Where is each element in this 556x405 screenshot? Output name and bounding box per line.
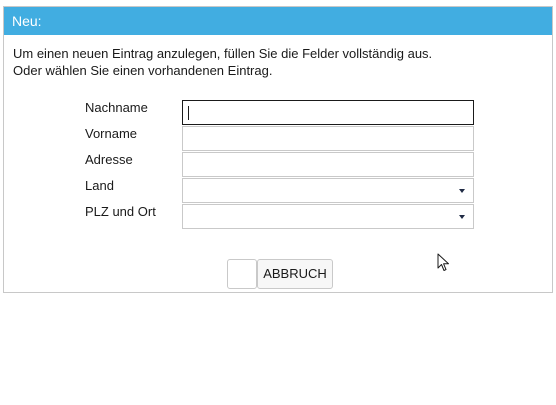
ok-button[interactable] xyxy=(227,259,257,289)
text-caret xyxy=(188,106,189,120)
chevron-down-icon xyxy=(459,189,465,193)
nachname-field[interactable] xyxy=(182,100,474,125)
chevron-down-icon xyxy=(459,215,465,219)
land-select[interactable] xyxy=(182,178,474,203)
land-label: Land xyxy=(85,178,114,193)
adresse-field[interactable] xyxy=(182,152,474,177)
instruction-line-1: Um einen neuen Eintrag anzulegen, füllen… xyxy=(13,46,433,61)
new-entry-dialog: Neu: Um einen neuen Eintrag anzulegen, f… xyxy=(3,6,553,293)
instruction-line-2: Oder wählen Sie einen vorhandenen Eintra… xyxy=(13,63,273,78)
vorname-field[interactable] xyxy=(182,126,474,151)
cancel-button[interactable]: ABBRUCH xyxy=(257,259,333,289)
nachname-label: Nachname xyxy=(85,100,148,115)
plz-ort-select[interactable] xyxy=(182,204,474,229)
adresse-label: Adresse xyxy=(85,152,133,167)
vorname-label: Vorname xyxy=(85,126,138,141)
plz-ort-label: PLZ und Ort xyxy=(85,204,156,219)
dialog-instructions: Um einen neuen Eintrag anzulegen, füllen… xyxy=(13,45,432,79)
dialog-title: Neu: xyxy=(4,7,552,35)
mouse-pointer-icon xyxy=(437,253,449,271)
